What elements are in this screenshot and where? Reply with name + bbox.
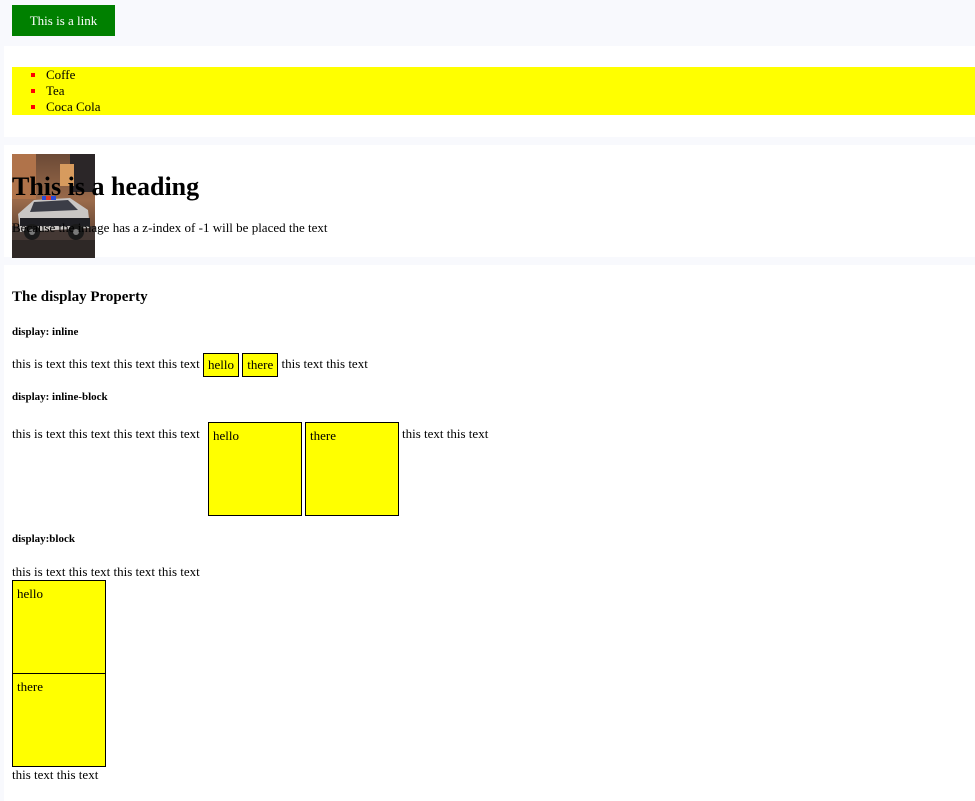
inline-label: display: inline (12, 326, 79, 338)
inline-text-after: this text this text (281, 355, 368, 371)
display-section: The display Property display: inline thi… (4, 265, 975, 801)
block-text-after: this text this text (12, 767, 99, 782)
zindex-section: This is a heading Because the image has … (4, 145, 975, 258)
zindex-text: Because the image has a z-index of -1 wi… (12, 220, 328, 235)
block-text-before: this is text this text this text this te… (12, 564, 200, 579)
inline-block-text-before: this is text this text this text this te… (12, 426, 200, 441)
link-button[interactable]: This is a link (12, 5, 115, 36)
block-box-hello: hello (12, 580, 106, 674)
list-section: Coffe Tea Coca Cola (4, 46, 975, 137)
inline-block-label: display: inline-block (12, 391, 108, 403)
block-label: display:block (12, 533, 75, 545)
block-box-there: there (12, 673, 106, 767)
inline-block-box-hello: hello (208, 422, 302, 516)
inline-box-hello: hello (203, 353, 240, 377)
inline-block-text-after: this text this text (402, 426, 489, 441)
drinks-list: Coffe Tea Coca Cola (12, 67, 975, 115)
inline-demo: this is text this text this text this te… (12, 353, 368, 377)
list-item: Coca Cola (46, 99, 975, 115)
inline-box-there: there (242, 353, 279, 377)
list-item: Tea (46, 83, 975, 99)
page-heading: This is a heading (12, 172, 200, 201)
display-title: The display Property (12, 289, 148, 305)
inline-text-before: this is text this text this text this te… (12, 355, 200, 371)
inline-block-box-there: there (305, 422, 399, 516)
list-item: Coffe (46, 67, 975, 83)
